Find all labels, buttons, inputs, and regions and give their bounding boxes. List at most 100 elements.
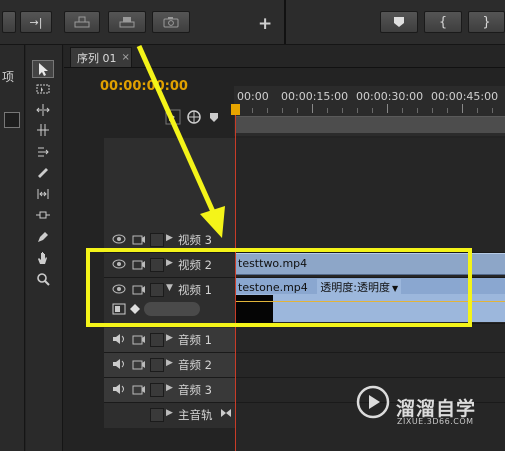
hand-tool[interactable]: [32, 249, 54, 267]
step-forward-icon: →|: [29, 15, 43, 29]
arrow-cursor-icon: [39, 63, 48, 76]
add-marker-icon[interactable]: [210, 113, 218, 122]
track-lock-toggle[interactable]: [150, 358, 164, 372]
ruler-label: 00:00:15:00: [281, 90, 349, 103]
ruler-tick: [297, 108, 298, 113]
expand-track-icon[interactable]: ▶: [166, 233, 173, 243]
ruler-tick: [402, 108, 403, 113]
ruler-tick: [312, 104, 313, 113]
toolbar-button-left-edge[interactable]: [2, 11, 16, 33]
watermark-url: ZIXUE.3D66.COM: [397, 417, 474, 426]
slip-icon: [37, 189, 49, 199]
track-header-master[interactable]: ▶ 主音轨: [104, 403, 235, 427]
expand-track-icon[interactable]: ▶: [166, 333, 173, 343]
speaker-icon[interactable]: [112, 383, 126, 395]
razor-icon: [38, 168, 48, 178]
slide-icon: [36, 211, 50, 219]
mark-out-icon: }: [482, 14, 491, 30]
track-header-audio-3[interactable]: ▶ 音频 3: [104, 378, 235, 402]
playhead-handle[interactable]: [231, 104, 240, 115]
ruler-tick: [462, 104, 463, 113]
camera-icon: [132, 235, 145, 245]
magnifier-icon: [37, 273, 50, 286]
expand-track-icon[interactable]: ▶: [166, 383, 173, 393]
annotation-highlight-box: [86, 248, 472, 327]
track-lock-toggle[interactable]: [150, 233, 164, 247]
toolbar-divider: [284, 0, 286, 44]
track-select-icon: [36, 84, 50, 94]
ripple-edit-icon: [36, 104, 50, 116]
track-output-icon: [132, 335, 145, 345]
track-header-audio-2[interactable]: ▶ 音频 2: [104, 353, 235, 377]
ruler-tick: [447, 108, 448, 113]
rolling-edit-icon: [37, 124, 49, 136]
watermark-logo: [356, 385, 390, 419]
extract-button[interactable]: [108, 11, 146, 33]
ruler-tick: [252, 108, 253, 113]
playhead-timecode[interactable]: 00:00:00:00: [100, 79, 188, 94]
ruler-tick: [267, 108, 268, 113]
project-panel-control[interactable]: [4, 112, 20, 128]
ruler-label: 00:00:45:00: [431, 90, 499, 103]
timeline-controls: [162, 108, 232, 128]
snap-icon[interactable]: [165, 109, 181, 125]
track-name: 主音轨: [178, 408, 213, 422]
step-forward-button[interactable]: →|: [20, 11, 52, 33]
mark-in-button[interactable]: {: [424, 11, 462, 33]
eye-icon[interactable]: [112, 233, 126, 245]
tab-label: 序列 01: [77, 51, 117, 65]
ruler-tick: [477, 108, 478, 113]
rolling-edit-tool[interactable]: [32, 121, 54, 139]
work-area-bar[interactable]: [236, 116, 505, 133]
track-output-icon: [132, 360, 145, 370]
speaker-icon[interactable]: [112, 333, 126, 345]
ruler-tick: [327, 108, 328, 113]
add-button[interactable]: +: [258, 16, 272, 33]
pen-tool[interactable]: [32, 228, 54, 246]
track-divider: [104, 352, 505, 353]
marker-icon: [394, 17, 404, 27]
expand-track-icon[interactable]: ▶: [166, 408, 173, 418]
track-lock-toggle[interactable]: [150, 333, 164, 347]
track-header-audio-1[interactable]: ▶ 音频 1: [104, 328, 235, 352]
ripple-edit-tool[interactable]: [32, 101, 54, 119]
slide-tool[interactable]: [32, 206, 54, 224]
rate-stretch-tool[interactable]: [32, 143, 54, 161]
close-icon[interactable]: ×: [122, 52, 130, 63]
master-meter-icon: [221, 409, 231, 417]
project-panel-edge: [0, 45, 25, 451]
export-frame-button[interactable]: [152, 11, 190, 33]
globe-marker-icon[interactable]: [187, 110, 201, 124]
track-select-tool[interactable]: [32, 80, 54, 98]
ruler-tick: [432, 108, 433, 113]
pen-icon: [38, 232, 48, 242]
expand-track-icon[interactable]: ▶: [166, 358, 173, 368]
rate-stretch-icon: [38, 147, 49, 157]
zoom-tool[interactable]: [32, 270, 54, 288]
track-name: 音频 3: [178, 383, 212, 397]
ruler-tick: [282, 108, 283, 113]
ruler-label: 00:00:30:00: [356, 90, 424, 103]
top-toolbar: →| + { }: [0, 0, 505, 45]
selection-tool[interactable]: [32, 60, 54, 78]
lift-button[interactable]: [64, 11, 100, 33]
lift-icon: [74, 16, 90, 28]
ruler-tick: [417, 108, 418, 113]
mark-out-button[interactable]: }: [468, 11, 505, 33]
ruler-tick: [387, 104, 388, 113]
razor-tool[interactable]: [32, 163, 54, 181]
ruler-tick: [492, 108, 493, 113]
ruler-tick: [372, 108, 373, 113]
slip-tool[interactable]: [32, 185, 54, 203]
track-lock-toggle[interactable]: [150, 383, 164, 397]
track-output-icon: [132, 385, 145, 395]
track-name: 音频 1: [178, 333, 212, 347]
track-name: 视频 3: [178, 233, 212, 247]
tab-sequence-01[interactable]: 序列 01 ×: [70, 47, 132, 67]
speaker-icon[interactable]: [112, 358, 126, 370]
mark-in-icon: {: [438, 14, 448, 30]
ruler-tick: [342, 108, 343, 113]
track-lock-toggle[interactable]: [150, 408, 164, 422]
add-marker-button[interactable]: [380, 11, 418, 33]
extract-icon: [119, 17, 135, 28]
